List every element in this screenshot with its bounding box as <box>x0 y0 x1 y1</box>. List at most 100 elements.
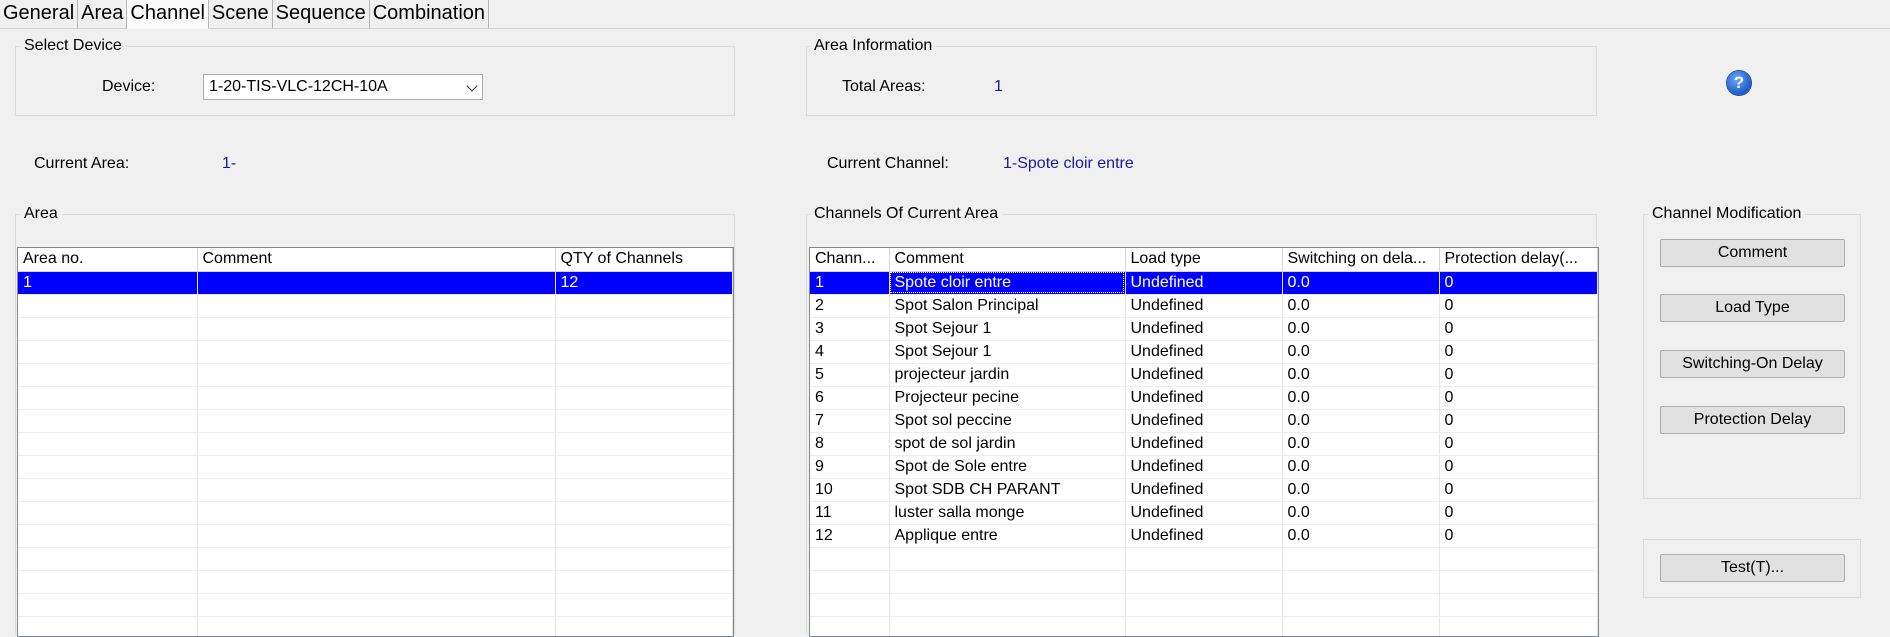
switching-delay-cell[interactable]: 0.0 <box>1282 432 1440 456</box>
switching-delay-cell[interactable]: 0.0 <box>1282 501 1440 525</box>
protection-delay-cell[interactable]: 0 <box>1439 432 1598 456</box>
load-type-cell[interactable]: Undefined <box>1125 501 1283 525</box>
channel-comment-cell[interactable]: Spot Sejour 1 <box>889 317 1126 341</box>
empty-row[interactable] <box>18 501 733 525</box>
channel-comment-cell[interactable]: Spot Sejour 1 <box>889 340 1126 364</box>
empty-row[interactable] <box>18 478 733 502</box>
switching-delay-cell[interactable]: 0.0 <box>1282 478 1440 502</box>
channel-comment-cell[interactable]: Spot SDB CH PARANT <box>889 478 1126 502</box>
protection-delay-cell[interactable]: 0 <box>1439 271 1598 295</box>
column-header-area-no[interactable]: Area no. <box>18 248 198 272</box>
empty-row[interactable] <box>18 363 733 387</box>
channel-table-row[interactable]: 1 Spote cloir entre Undefined 0.0 0 <box>810 271 1598 295</box>
channel-no-cell[interactable]: 8 <box>810 432 890 456</box>
device-select[interactable]: 1-20-TIS-VLC-12CH-10A <box>203 74 483 100</box>
test-button[interactable]: Test(T)... <box>1660 554 1845 582</box>
help-icon[interactable]: ? <box>1727 71 1751 95</box>
column-header-comment[interactable]: Comment <box>197 248 556 272</box>
protection-delay-cell[interactable]: 0 <box>1439 455 1598 479</box>
empty-row[interactable] <box>18 409 733 433</box>
switching-delay-cell[interactable]: 0.0 <box>1282 524 1440 548</box>
protection-delay-cell[interactable]: 0 <box>1439 340 1598 364</box>
switching-delay-cell[interactable]: 0.0 <box>1282 455 1440 479</box>
channel-table-row[interactable]: 6 Projecteur pecine Undefined 0.0 0 <box>810 386 1598 410</box>
area-comment-cell[interactable] <box>197 271 556 295</box>
channel-no-cell[interactable]: 10 <box>810 478 890 502</box>
channel-table-row[interactable]: 11 luster salla monge Undefined 0.0 0 <box>810 501 1598 525</box>
empty-row[interactable] <box>18 524 733 548</box>
channel-no-cell[interactable]: 9 <box>810 455 890 479</box>
protection-delay-button[interactable]: Protection Delay <box>1660 406 1845 434</box>
protection-delay-cell[interactable]: 0 <box>1439 478 1598 502</box>
tab-sequence[interactable]: Sequence <box>272 0 370 29</box>
empty-row[interactable] <box>810 570 1598 594</box>
load-type-cell[interactable]: Undefined <box>1125 386 1283 410</box>
channel-comment-cell[interactable]: Spot sol peccine <box>889 409 1126 433</box>
tab-channel[interactable]: Channel <box>127 0 209 29</box>
channel-no-cell[interactable]: 6 <box>810 386 890 410</box>
channel-no-cell[interactable]: 5 <box>810 363 890 387</box>
column-header-switching-delay[interactable]: Switching on dela... <box>1282 248 1440 272</box>
load-type-button[interactable]: Load Type <box>1660 294 1845 322</box>
empty-row[interactable] <box>18 547 733 571</box>
load-type-cell[interactable]: Undefined <box>1125 409 1283 433</box>
empty-row[interactable] <box>810 616 1598 636</box>
channel-table-row[interactable]: 12 Applique entre Undefined 0.0 0 <box>810 524 1598 548</box>
switching-delay-cell[interactable]: 0.0 <box>1282 340 1440 364</box>
channel-table-row[interactable]: 4 Spot Sejour 1 Undefined 0.0 0 <box>810 340 1598 364</box>
comment-button[interactable]: Comment <box>1660 239 1845 267</box>
channel-no-cell[interactable]: 4 <box>810 340 890 364</box>
protection-delay-cell[interactable]: 0 <box>1439 501 1598 525</box>
switching-delay-cell[interactable]: 0.0 <box>1282 409 1440 433</box>
load-type-cell[interactable]: Undefined <box>1125 524 1283 548</box>
column-header-channel-no[interactable]: Chann... <box>810 248 890 272</box>
column-header-comment[interactable]: Comment <box>889 248 1126 272</box>
protection-delay-cell[interactable]: 0 <box>1439 524 1598 548</box>
load-type-cell[interactable]: Undefined <box>1125 271 1283 295</box>
channel-table-row[interactable]: 2 Spot Salon Principal Undefined 0.0 0 <box>810 294 1598 318</box>
area-table[interactable]: Area no. Comment QTY of Channels 1 12 <box>17 247 734 637</box>
empty-row[interactable] <box>18 616 733 636</box>
empty-row[interactable] <box>810 593 1598 617</box>
empty-row[interactable] <box>18 593 733 617</box>
load-type-cell[interactable]: Undefined <box>1125 294 1283 318</box>
switching-delay-cell[interactable]: 0.0 <box>1282 317 1440 341</box>
channel-comment-cell[interactable]: luster salla monge <box>889 501 1126 525</box>
empty-row[interactable] <box>18 570 733 594</box>
channel-comment-cell[interactable]: projecteur jardin <box>889 363 1126 387</box>
protection-delay-cell[interactable]: 0 <box>1439 294 1598 318</box>
switching-delay-cell[interactable]: 0.0 <box>1282 386 1440 410</box>
channel-comment-cell[interactable]: spot de sol jardin <box>889 432 1126 456</box>
channel-no-cell[interactable]: 2 <box>810 294 890 318</box>
channels-table[interactable]: Chann... Comment Load type Switching on … <box>809 247 1599 637</box>
channel-table-row[interactable]: 5 projecteur jardin Undefined 0.0 0 <box>810 363 1598 387</box>
protection-delay-cell[interactable]: 0 <box>1439 409 1598 433</box>
tab-combination[interactable]: Combination <box>369 0 490 29</box>
channel-comment-cell[interactable]: Spote cloir entre <box>889 271 1126 295</box>
empty-row[interactable] <box>18 432 733 456</box>
load-type-cell[interactable]: Undefined <box>1125 455 1283 479</box>
protection-delay-cell[interactable]: 0 <box>1439 363 1598 387</box>
column-header-qty[interactable]: QTY of Channels <box>555 248 733 272</box>
channel-no-cell[interactable]: 1 <box>810 271 890 295</box>
tab-general[interactable]: General <box>0 0 79 29</box>
channel-comment-cell[interactable]: Applique entre <box>889 524 1126 548</box>
protection-delay-cell[interactable]: 0 <box>1439 386 1598 410</box>
channel-table-row[interactable]: 10 Spot SDB CH PARANT Undefined 0.0 0 <box>810 478 1598 502</box>
channel-no-cell[interactable]: 12 <box>810 524 890 548</box>
area-table-row[interactable]: 1 12 <box>18 271 733 295</box>
column-header-protection-delay[interactable]: Protection delay(... <box>1439 248 1598 272</box>
load-type-cell[interactable]: Undefined <box>1125 478 1283 502</box>
switching-delay-cell[interactable]: 0.0 <box>1282 363 1440 387</box>
empty-row[interactable] <box>18 386 733 410</box>
area-qty-cell[interactable]: 12 <box>555 271 733 295</box>
channel-table-row[interactable]: 8 spot de sol jardin Undefined 0.0 0 <box>810 432 1598 456</box>
empty-row[interactable] <box>18 317 733 341</box>
chevron-down-icon[interactable] <box>466 80 478 92</box>
channel-no-cell[interactable]: 11 <box>810 501 890 525</box>
load-type-cell[interactable]: Undefined <box>1125 317 1283 341</box>
empty-row[interactable] <box>810 547 1598 571</box>
tab-area[interactable]: Area <box>78 0 128 29</box>
switching-delay-cell[interactable]: 0.0 <box>1282 271 1440 295</box>
empty-row[interactable] <box>18 455 733 479</box>
